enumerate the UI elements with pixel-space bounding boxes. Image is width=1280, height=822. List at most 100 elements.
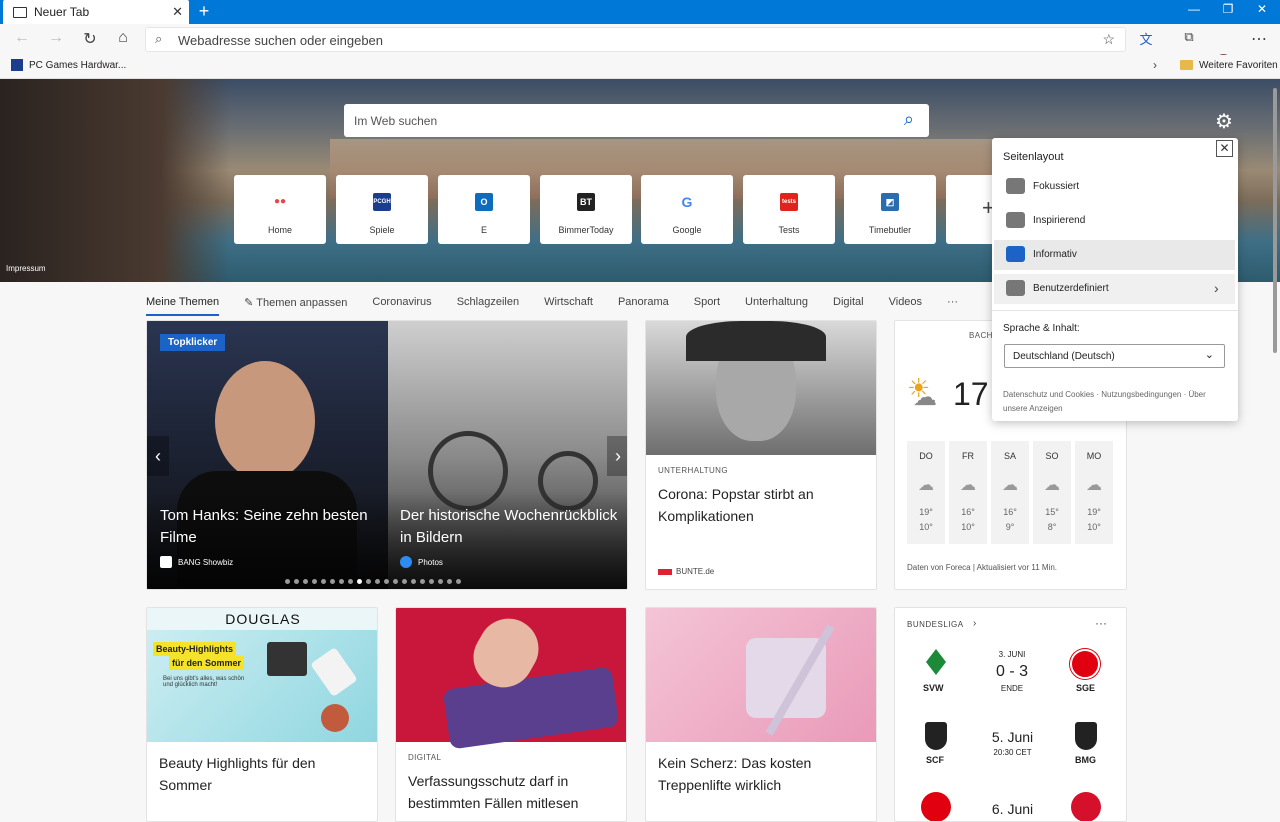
language-label: Sprache & Inhalt: — [1003, 323, 1080, 334]
chevron-down-icon: ⌄ — [1204, 349, 1214, 361]
carousel-next-button[interactable]: › — [607, 436, 627, 476]
carousel-dot[interactable] — [312, 579, 317, 584]
carousel-dot[interactable] — [402, 579, 407, 584]
news-card-digital[interactable]: DIGITAL Verfassungsschutz darf in bestim… — [395, 607, 627, 822]
popup-footer-links[interactable]: Datenschutz und Cookies · Nutzungsbeding… — [1003, 388, 1228, 416]
quick-link-tile[interactable]: ●● Home — [234, 175, 326, 244]
close-tab-icon[interactable]: ✕ — [172, 4, 183, 20]
carousel-dot[interactable] — [330, 579, 335, 584]
carousel-dots[interactable] — [285, 579, 495, 585]
match-date: 5. Juni — [991, 729, 1034, 745]
refresh-button[interactable]: ↻ — [80, 29, 100, 49]
forward-button[interactable]: → — [46, 29, 66, 47]
more-menu-icon[interactable]: ⋯ — [1249, 29, 1269, 49]
vertical-scrollbar[interactable] — [1273, 88, 1277, 353]
search-icon[interactable]: ⌕ — [904, 109, 914, 130]
more-options-icon[interactable]: ··· — [1095, 616, 1107, 630]
category-tab[interactable]: Schlagzeilen — [457, 296, 519, 316]
language-select[interactable]: Deutschland (Deutsch) ⌄ — [1004, 344, 1225, 368]
carousel-left-title[interactable]: Tom Hanks: Seine zehn besten Filme — [160, 505, 380, 549]
forecast-day[interactable]: SO ☁ 15° 8° — [1033, 441, 1071, 544]
category-tab[interactable]: Digital — [833, 296, 864, 316]
carousel-right-title[interactable]: Der historische Wochenrückblick in Bilde… — [400, 505, 620, 549]
carousel-dot[interactable] — [447, 579, 452, 584]
carousel-card[interactable]: Topklicker ‹ › Tom Hanks: Seine zehn bes… — [146, 320, 628, 590]
maximize-button[interactable]: ❐ — [1218, 2, 1238, 16]
carousel-dot[interactable] — [393, 579, 398, 584]
carousel-dot[interactable] — [321, 579, 326, 584]
category-tab[interactable]: Sport — [694, 296, 720, 316]
close-window-button[interactable]: ✕ — [1252, 2, 1272, 16]
minimize-button[interactable]: — — [1184, 2, 1204, 16]
quick-link-tile[interactable]: PCGH Spiele — [336, 175, 428, 244]
carousel-dot[interactable] — [456, 579, 461, 584]
quick-link-tile[interactable]: tests Tests — [743, 175, 835, 244]
category-tab[interactable]: Videos — [889, 296, 922, 316]
back-button[interactable]: ← — [12, 29, 32, 47]
carousel-dot[interactable] — [384, 579, 389, 584]
new-tab-button[interactable]: + — [195, 1, 213, 22]
category-tab[interactable]: ··· — [947, 296, 958, 316]
web-search-box[interactable]: Im Web suchen ⌕ — [344, 104, 929, 137]
layout-option-benutzerdefiniert[interactable]: Benutzerdefiniert › — [994, 274, 1235, 304]
address-bar[interactable]: ⌕ Webadresse suchen oder eingeben ☆ — [145, 27, 1126, 52]
carousel-dot[interactable] — [294, 579, 299, 584]
focused-layout-icon — [1006, 178, 1025, 194]
bundesliga-title[interactable]: BUNDESLIGA — [907, 620, 964, 629]
collections-icon[interactable]: ⧉ — [1179, 29, 1199, 45]
tab-new-tab[interactable]: Neuer Tab ✕ — [3, 0, 189, 24]
category-tab[interactable]: ✎ Themen anpassen — [244, 296, 347, 316]
quick-link-tile[interactable]: OE — [438, 175, 530, 244]
carousel-dot[interactable] — [375, 579, 380, 584]
category-tab[interactable]: Wirtschaft — [544, 296, 593, 316]
close-popup-button[interactable]: ✕ — [1216, 140, 1233, 157]
inspirational-layout-icon — [1006, 212, 1025, 228]
quick-link-tile[interactable]: BT BimmerToday — [540, 175, 632, 244]
news-card-corona[interactable]: UNTERHALTUNG Corona: Popstar stirbt an K… — [645, 320, 877, 590]
other-favorites[interactable]: Weitere Favoriten — [1199, 60, 1278, 71]
forecast-day[interactable]: SA ☁ 16° 9° — [991, 441, 1029, 544]
forecast-day[interactable]: MO ☁ 19° 10° — [1075, 441, 1113, 544]
carousel-dot[interactable] — [429, 579, 434, 584]
layout-option-inspirierend[interactable]: Inspirierend — [994, 206, 1235, 236]
carousel-dot[interactable] — [357, 579, 362, 584]
carousel-dot[interactable] — [366, 579, 371, 584]
carousel-dot[interactable] — [339, 579, 344, 584]
bundesliga-card[interactable]: BUNDESLIGA › ··· SVW 3. JUNI 0 - 3 ENDE … — [894, 607, 1127, 822]
favorite-pcgh[interactable]: PC Games Hardwar... — [29, 60, 126, 71]
forecast-high: 16° — [961, 507, 975, 517]
option-label: Informativ — [1033, 249, 1077, 260]
category-tab[interactable]: Panorama — [618, 296, 669, 316]
impressum-link[interactable]: Impressum — [6, 264, 46, 273]
carousel-dot[interactable] — [420, 579, 425, 584]
card-title[interactable]: Beauty Highlights für den Sommer — [159, 752, 359, 796]
quick-link-tile[interactable]: ◩ Timebutler — [844, 175, 936, 244]
carousel-dot[interactable] — [348, 579, 353, 584]
chevron-right-icon[interactable]: › — [1153, 58, 1157, 72]
card-title[interactable]: Verfassungsschutz darf in bestimmten Fäl… — [408, 770, 618, 814]
news-card-beauty[interactable]: DOUGLAS Beauty-Highlights für den Sommer… — [146, 607, 378, 822]
category-tab[interactable]: Unterhaltung — [745, 296, 808, 316]
layout-option-fokussiert[interactable]: Fokussiert — [994, 172, 1235, 202]
category-tab[interactable]: Coronavirus — [372, 296, 431, 316]
layout-option-informativ[interactable]: Informativ — [994, 240, 1235, 270]
favorite-star-icon[interactable]: ☆ — [1102, 31, 1115, 48]
carousel-dot[interactable] — [438, 579, 443, 584]
gear-icon[interactable]: ⚙ — [1215, 109, 1233, 134]
card-title[interactable]: Corona: Popstar stirbt an Komplikationen — [658, 483, 858, 527]
translate-icon[interactable]: 文 — [1136, 29, 1156, 48]
carousel-dot[interactable] — [285, 579, 290, 584]
carousel-dot[interactable] — [303, 579, 308, 584]
carousel-prev-button[interactable]: ‹ — [147, 436, 169, 476]
forecast-day[interactable]: DO ☁ 19° 10° — [907, 441, 945, 544]
card-title[interactable]: Kein Scherz: Das kosten Treppenlifte wir… — [658, 752, 858, 796]
carousel-dot[interactable] — [411, 579, 416, 584]
category-tab[interactable]: Meine Themen — [146, 296, 220, 316]
away-team: SGE — [1076, 683, 1096, 693]
tile-label: Home — [267, 225, 292, 235]
news-card-treppenlift[interactable]: Kein Scherz: Das kosten Treppenlifte wir… — [645, 607, 877, 822]
address-placeholder: Webadresse suchen oder eingeben — [178, 33, 384, 48]
quick-link-tile[interactable]: G Google — [641, 175, 733, 244]
forecast-day[interactable]: FR ☁ 16° 10° — [949, 441, 987, 544]
home-button[interactable]: ⌂ — [113, 29, 133, 47]
